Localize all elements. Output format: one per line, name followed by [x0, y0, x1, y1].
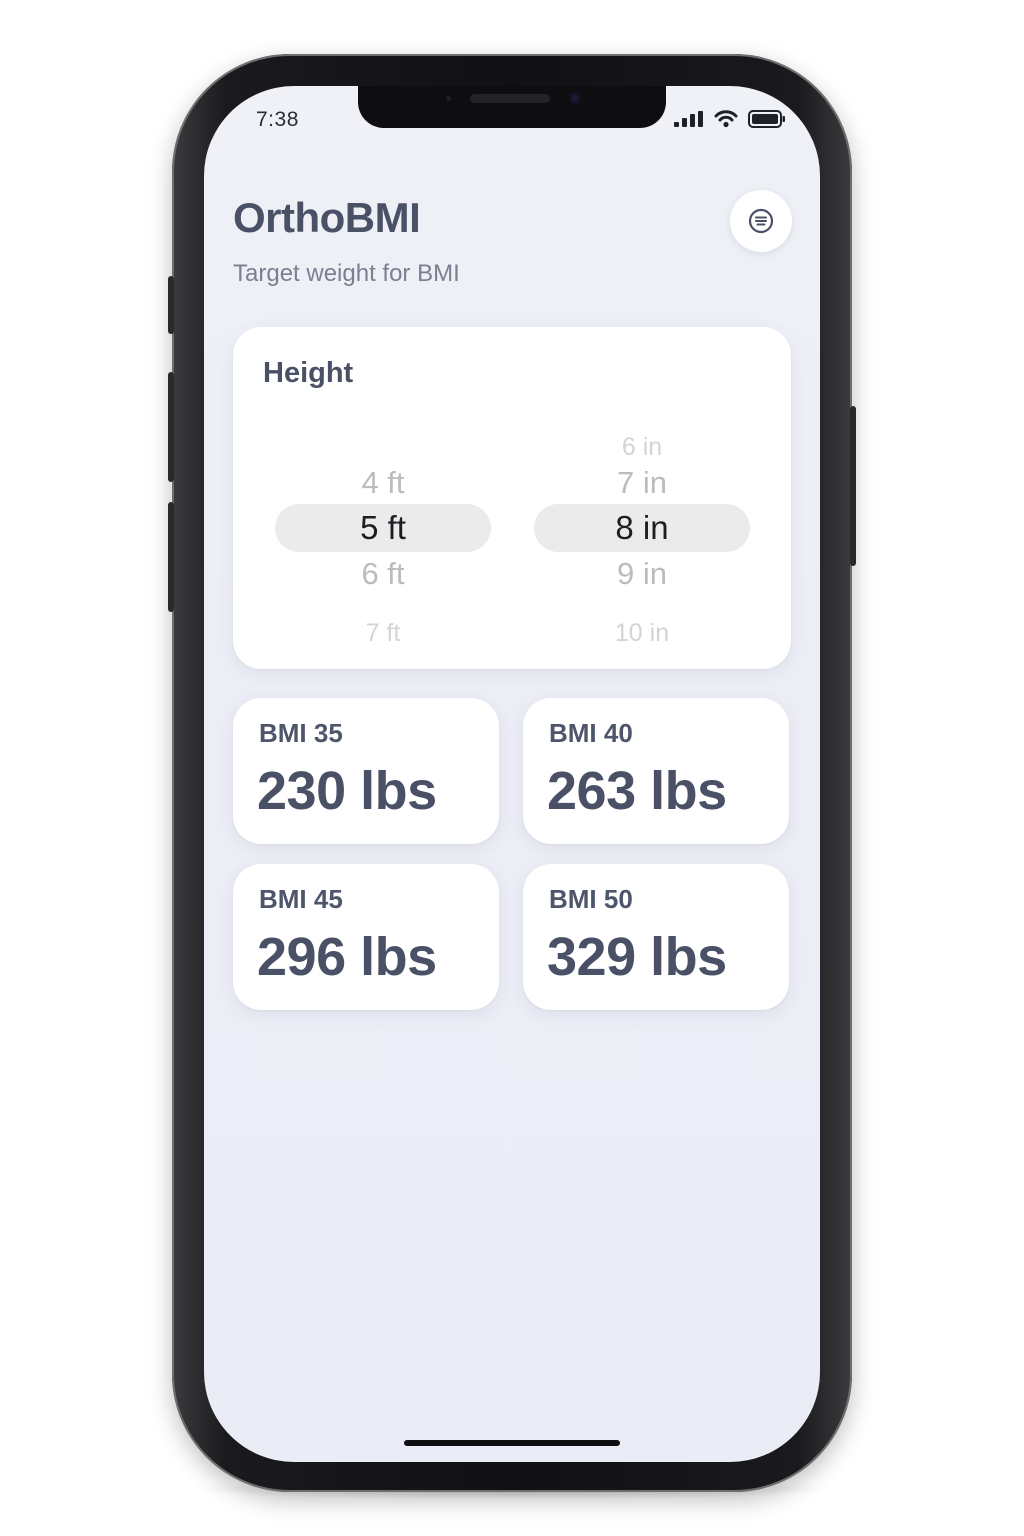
height-card: Height 4 ft 5 ft 6 ft 7 ft 6 in 7 in 8 i…: [233, 327, 791, 669]
inches-option[interactable]: 7 in: [534, 465, 750, 501]
bmi-label: BMI 40: [549, 718, 633, 748]
wifi-icon: [714, 110, 738, 128]
inches-option[interactable]: 6 in: [534, 429, 750, 465]
bmi-result-card: BMI 45 296 lbs: [233, 864, 499, 1010]
bmi-result-card: BMI 35 230 lbs: [233, 698, 499, 844]
target-weight: 329 lbs: [547, 927, 727, 987]
sensor-dot: [446, 96, 451, 101]
inches-option[interactable]: 10 in: [534, 615, 750, 651]
volume-up-button: [168, 372, 174, 482]
home-indicator[interactable]: [404, 1440, 620, 1446]
bmi-result-card: BMI 50 329 lbs: [523, 864, 789, 1010]
inches-option[interactable]: 9 in: [534, 556, 750, 592]
app-title: OrthoBMI: [233, 194, 421, 241]
status-icons: [674, 110, 786, 128]
power-button: [850, 406, 856, 566]
screen: 7:38 OrthoBMI Target weight for BMI Heig…: [204, 86, 820, 1462]
volume-down-button: [168, 502, 174, 612]
inches-picker[interactable]: 6 in 7 in 8 in 9 in 10 in: [534, 327, 750, 669]
front-camera: [569, 92, 581, 104]
target-weight: 230 lbs: [257, 761, 437, 821]
mute-switch: [168, 276, 174, 334]
cellular-signal-icon: [674, 111, 703, 127]
bmi-label: BMI 35: [259, 718, 343, 748]
earpiece-speaker: [470, 94, 550, 103]
feet-option[interactable]: 6 ft: [275, 556, 491, 592]
target-weight: 296 lbs: [257, 927, 437, 987]
status-time: 7:38: [256, 108, 299, 131]
bmi-result-card: BMI 40 263 lbs: [523, 698, 789, 844]
bmi-label: BMI 45: [259, 884, 343, 914]
battery-icon: [748, 110, 785, 128]
notch: [358, 86, 666, 128]
filter-lines-icon: [748, 208, 774, 234]
feet-fade-clip: 7 ft: [275, 611, 491, 651]
feet-option[interactable]: 7 ft: [275, 615, 491, 651]
bmi-label: BMI 50: [549, 884, 633, 914]
inches-option-selected[interactable]: 8 in: [534, 510, 750, 546]
feet-option-selected[interactable]: 5 ft: [275, 510, 491, 546]
feet-picker[interactable]: 4 ft 5 ft 6 ft 7 ft: [275, 327, 491, 669]
inches-fade-clip: 10 in: [534, 611, 750, 651]
filter-menu-button[interactable]: [730, 190, 792, 252]
target-weight: 263 lbs: [547, 761, 727, 821]
feet-option[interactable]: 4 ft: [275, 465, 491, 501]
app-subtitle: Target weight for BMI: [233, 260, 460, 287]
